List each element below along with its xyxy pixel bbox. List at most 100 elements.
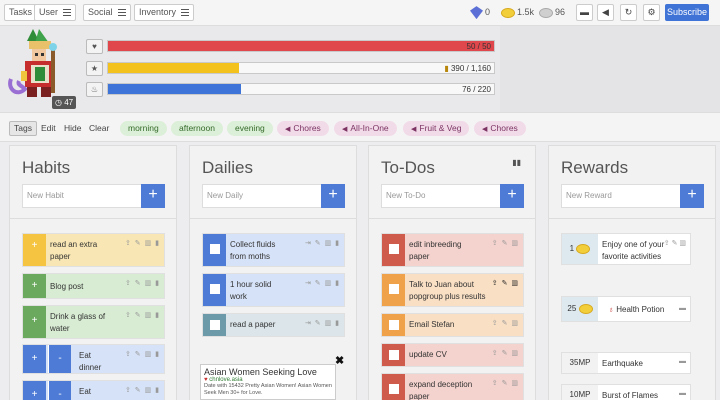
checkbox-icon: [388, 284, 399, 294]
new-daily-input[interactable]: New Daily: [202, 184, 322, 208]
habit-plus-button[interactable]: +: [23, 306, 46, 338]
habit-minus-button[interactable]: -: [48, 345, 71, 373]
tag-evening[interactable]: evening: [227, 121, 273, 136]
tag-all-in-one[interactable]: ◀ All-In-One: [334, 121, 397, 136]
tag-morning[interactable]: morning: [120, 121, 167, 136]
chat-button[interactable]: ▬: [576, 4, 593, 21]
task-actions[interactable]: ⇪ ✎ ▥: [492, 279, 519, 287]
comment-icon[interactable]: ▬: [679, 305, 686, 312]
todo-text: update CV: [409, 350, 447, 359]
sound-button[interactable]: ◀: [597, 4, 614, 21]
todo-item[interactable]: Email Stefan ⇪ ✎ ▥: [381, 313, 524, 337]
task-actions[interactable]: ⇪ ✎ ▥: [492, 239, 519, 247]
nav-tasks[interactable]: Tasks: [4, 4, 38, 21]
add-reward-button[interactable]: +: [680, 184, 704, 208]
checkbox-icon: [209, 244, 220, 254]
new-todo-input[interactable]: New To-Do: [381, 184, 501, 208]
comment-icon[interactable]: ▬: [679, 390, 686, 397]
task-actions[interactable]: ⇪ ✎ ▥ ▮: [125, 279, 160, 287]
todos-filter-icon[interactable]: ▮▮: [512, 158, 521, 167]
gear-icon: ⚙: [647, 7, 656, 17]
daily-item[interactable]: read a paper ⇥ ✎ ▥ ▮: [202, 313, 345, 337]
daily-item[interactable]: Collect fluids from moths ⇥ ✎ ▥ ▮: [202, 233, 345, 267]
task-actions[interactable]: ⇪ ✎ ▥: [664, 239, 686, 247]
star-icon: ★: [90, 64, 99, 73]
daily-item[interactable]: 1 hour solid work ⇥ ✎ ▥ ▮: [202, 273, 345, 307]
todo-item[interactable]: expand deception paper ⇪ ✎ ▥: [381, 373, 524, 400]
habit-item[interactable]: + read an extra paper ⇪ ✎ ▥ ▮: [22, 233, 165, 267]
habit-item[interactable]: + Drink a glass of water ⇪ ✎ ▥ ▮: [22, 305, 165, 339]
habit-plus-button[interactable]: +: [23, 381, 46, 400]
edit-tags-button[interactable]: Edit: [36, 121, 61, 136]
advertisement[interactable]: Asian Women Seeking Love ♥ chnlove.asia …: [200, 364, 336, 400]
clear-tags-button[interactable]: Clear: [84, 121, 114, 136]
tag-afternoon[interactable]: afternoon: [171, 121, 223, 136]
tag-label: morning: [128, 123, 159, 133]
tags-tab[interactable]: Tags: [9, 121, 37, 136]
daily-checkbox[interactable]: [203, 234, 226, 266]
daily-checkbox[interactable]: [203, 314, 226, 336]
nav-inventory-menu[interactable]: Inventory: [134, 4, 195, 21]
reward-text-wrap: ♁ Health Potion: [608, 304, 688, 316]
menu-icon: [63, 9, 72, 17]
add-daily-button[interactable]: +: [321, 184, 345, 208]
task-actions[interactable]: ⇪ ✎ ▥ ▮: [125, 350, 160, 358]
new-habit-input[interactable]: New Habit: [22, 184, 142, 208]
task-actions[interactable]: ⇪ ✎ ▥: [492, 349, 519, 357]
tag-chores-2[interactable]: ◀ Chores: [474, 121, 526, 136]
tag-label: afternoon: [179, 123, 215, 133]
todo-text: expand deception paper: [409, 380, 473, 400]
task-actions[interactable]: ⇪ ✎ ▥ ▮: [125, 311, 160, 319]
todo-checkbox[interactable]: [382, 344, 405, 366]
new-reward-input[interactable]: New Reward: [561, 184, 681, 208]
reward-item[interactable]: 25 ♁ Health Potion ▬: [561, 296, 691, 322]
spell-item[interactable]: 35MP Earthquake ▬: [561, 352, 691, 374]
todo-checkbox[interactable]: [382, 314, 405, 336]
plus-icon: +: [687, 186, 697, 203]
health-stat-button[interactable]: ♥: [86, 39, 103, 54]
task-actions[interactable]: ⇥ ✎ ▥ ▮: [305, 239, 340, 247]
todo-checkbox[interactable]: [382, 274, 405, 306]
ad-close-icon[interactable]: ✖: [335, 354, 344, 367]
settings-button[interactable]: ⚙: [643, 4, 660, 21]
daily-text: 1 hour solid work: [230, 280, 272, 301]
reward-buy-button[interactable]: 1: [562, 234, 598, 264]
spell-item[interactable]: 10MP Burst of Flames ▬: [561, 384, 691, 400]
habit-item[interactable]: + Blog post ⇪ ✎ ▥ ▮: [22, 273, 165, 299]
nav-user-menu[interactable]: User: [34, 4, 77, 21]
hide-tags-button[interactable]: Hide: [59, 121, 86, 136]
add-habit-button[interactable]: +: [141, 184, 165, 208]
add-todo-button[interactable]: +: [500, 184, 524, 208]
habit-minus-button[interactable]: -: [48, 381, 71, 400]
habit-item[interactable]: + - Eat ⇪ ✎ ▥ ▮: [22, 380, 165, 400]
avatar[interactable]: [5, 27, 75, 107]
mana-stat-button[interactable]: ♨: [86, 82, 103, 97]
todo-checkbox[interactable]: [382, 234, 405, 266]
task-actions[interactable]: ⇪ ✎ ▥: [492, 379, 519, 387]
refresh-button[interactable]: ↻: [620, 4, 637, 21]
habit-plus-button[interactable]: +: [23, 274, 46, 298]
task-actions[interactable]: ⇥ ✎ ▥ ▮: [305, 319, 340, 327]
task-actions[interactable]: ⇪ ✎ ▥ ▮: [125, 386, 160, 394]
todo-checkbox[interactable]: [382, 374, 405, 400]
experience-stat-button[interactable]: ★: [86, 61, 103, 76]
daily-checkbox[interactable]: [203, 274, 226, 306]
reward-buy-button[interactable]: 25: [562, 297, 598, 321]
todo-item[interactable]: Talk to Juan about popgroup plus results…: [381, 273, 524, 307]
spell-cast-button[interactable]: 35MP: [562, 353, 598, 373]
habit-plus-button[interactable]: +: [23, 345, 46, 373]
nav-social-menu[interactable]: Social: [83, 4, 131, 21]
comment-icon[interactable]: ▬: [679, 358, 686, 365]
spell-cast-button[interactable]: 10MP: [562, 385, 598, 400]
habit-plus-button[interactable]: +: [23, 234, 46, 266]
task-actions[interactable]: ⇪ ✎ ▥: [492, 319, 519, 327]
task-actions[interactable]: ⇥ ✎ ▥ ▮: [305, 279, 340, 287]
habit-item[interactable]: + - Eat dinner ⇪ ✎ ▥ ▮: [22, 344, 165, 374]
subscribe-button[interactable]: Subscribe: [665, 4, 709, 21]
task-actions[interactable]: ⇪ ✎ ▥ ▮: [125, 239, 160, 247]
todo-item[interactable]: edit inbreeding paper ⇪ ✎ ▥: [381, 233, 524, 267]
todo-item[interactable]: update CV ⇪ ✎ ▥: [381, 343, 524, 367]
tag-chores[interactable]: ◀ Chores: [277, 121, 329, 136]
reward-item[interactable]: 1 Enjoy one of your favorite activities …: [561, 233, 691, 265]
tag-fruit-veg[interactable]: ◀ Fruit & Veg: [403, 121, 470, 136]
